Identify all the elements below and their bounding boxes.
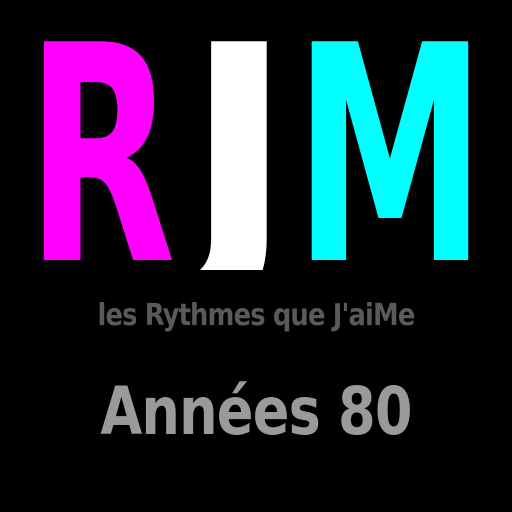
logo-letters: RJM xyxy=(26,20,486,270)
logo-letter-j: J xyxy=(166,20,294,270)
logo-letters-svg: RJ M xyxy=(26,20,486,270)
rjm-logo: RJM les Rythmes que J'aiMe Années 80 xyxy=(0,0,512,512)
logo-letter-m: M xyxy=(294,20,486,270)
logo-tagline: les Rythmes que J'aiMe xyxy=(97,298,416,333)
logo-letter-r: R xyxy=(26,20,176,270)
logo-era: Années 80 xyxy=(100,373,412,450)
